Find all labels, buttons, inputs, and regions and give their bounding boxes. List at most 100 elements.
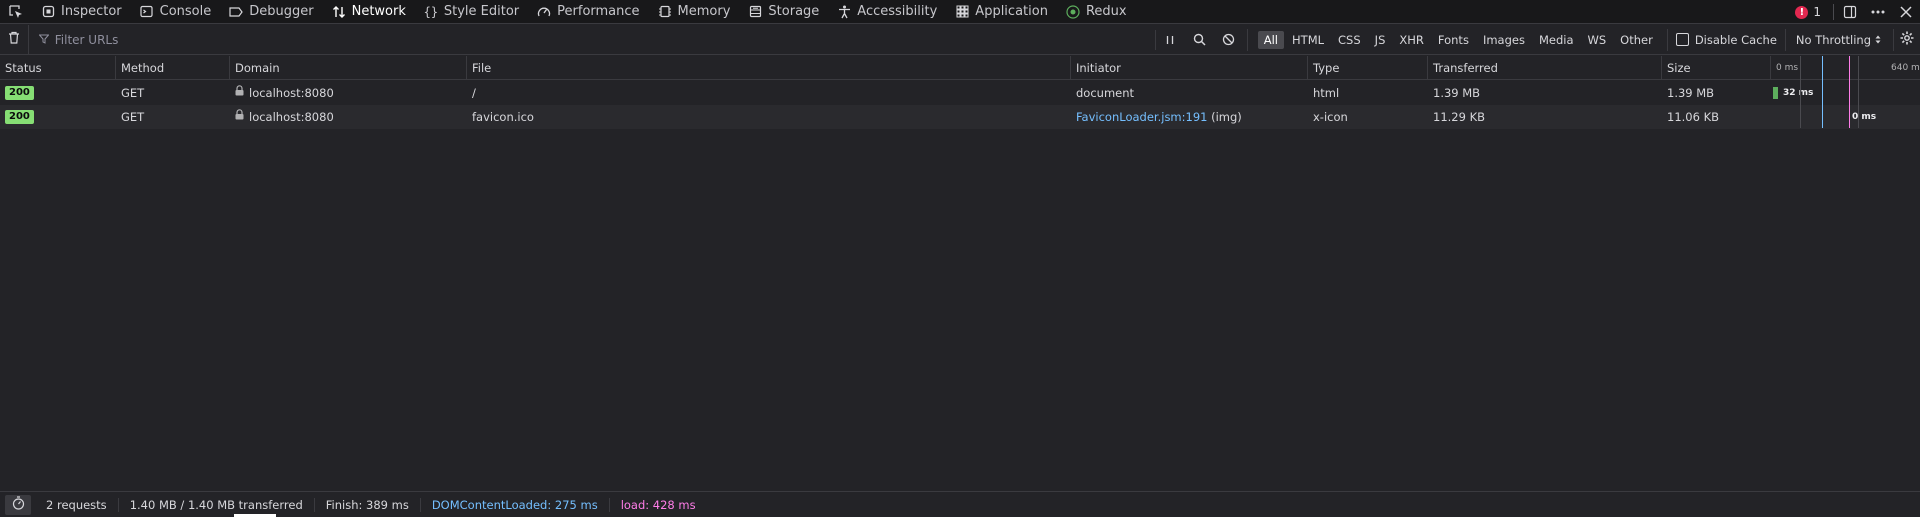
column-header-type[interactable]: Type — [1308, 56, 1428, 80]
filter-icon — [38, 33, 50, 47]
storage-icon — [748, 5, 762, 19]
column-header-method[interactable]: Method — [116, 56, 230, 80]
tab-inspector[interactable]: Inspector — [32, 0, 131, 24]
column-header-transferred[interactable]: Transferred — [1428, 56, 1662, 80]
filter-urls-input[interactable] — [54, 32, 1155, 47]
file-cell: / — [472, 86, 476, 100]
size-cell: 1.39 MB — [1667, 86, 1715, 100]
requests-table-header: Status Method Domain File Initiator Type… — [0, 56, 1920, 80]
tab-label: Storage — [768, 4, 820, 19]
type-filter-all[interactable]: All — [1257, 30, 1285, 49]
redux-icon — [1066, 4, 1080, 19]
waterfall-tick: 640 ms — [1891, 63, 1920, 73]
tab-network[interactable]: Network — [323, 0, 415, 24]
element-picker-icon[interactable] — [0, 0, 32, 24]
tab-label: Network — [351, 4, 406, 19]
error-count-badge[interactable]: ! 1 — [1785, 5, 1831, 19]
error-icon: ! — [1795, 5, 1809, 19]
type-filter-xhr[interactable]: XHR — [1393, 31, 1430, 49]
request-count: 2 requests — [35, 497, 119, 512]
domain-cell: localhost:8080 — [230, 105, 467, 129]
network-settings-button[interactable] — [1893, 28, 1920, 51]
transferred-cell: 11.29 KB — [1433, 110, 1486, 124]
type-filter-css[interactable]: CSS — [1332, 31, 1367, 49]
block-icon[interactable] — [1214, 29, 1243, 51]
disable-cache-label: Disable Cache — [1694, 32, 1777, 47]
dom-content-loaded-time: DOMContentLoaded: 275 ms — [421, 497, 610, 512]
throttling-label: No Throttling — [1795, 32, 1872, 47]
type-filter-fonts[interactable]: Fonts — [1432, 31, 1475, 49]
load-time: load: 428 ms — [620, 497, 696, 512]
type-filter-html[interactable]: HTML — [1286, 31, 1330, 49]
waterfall-cell: 0 ms — [1771, 105, 1920, 129]
tab-storage[interactable]: Storage — [739, 0, 828, 24]
accessibility-icon — [837, 5, 851, 19]
size-cell: 11.06 KB — [1667, 110, 1720, 124]
throttling-select[interactable]: No Throttling — [1784, 28, 1891, 51]
tab-debugger[interactable]: Debugger — [220, 0, 322, 24]
file-cell: favicon.ico — [472, 110, 534, 124]
type-filter-ws[interactable]: WS — [1582, 31, 1613, 49]
column-header-initiator[interactable]: Initiator — [1071, 56, 1308, 80]
status-cell: 200 — [0, 105, 116, 129]
tab-style-editor[interactable]: {} Style Editor — [415, 0, 528, 24]
tab-label: Debugger — [249, 4, 314, 19]
tab-application[interactable]: Application — [946, 0, 1057, 24]
request-type-filters: All HTML CSS JS XHR Fonts Images Media W… — [1246, 28, 1659, 51]
type-filter-js[interactable]: JS — [1369, 31, 1392, 49]
initiator-cell: document — [1071, 81, 1308, 105]
type-cell: html — [1313, 86, 1340, 100]
close-icon[interactable] — [1892, 0, 1920, 24]
type-filter-media[interactable]: Media — [1533, 31, 1580, 49]
column-header-status[interactable]: Status — [0, 56, 116, 80]
dom-content-loaded-line — [1822, 56, 1823, 128]
tab-label: Redux — [1085, 4, 1127, 19]
tab-accessibility[interactable]: Accessibility — [828, 0, 946, 24]
column-header-domain[interactable]: Domain — [230, 56, 467, 80]
disable-cache-toggle[interactable]: Disable Cache — [1666, 28, 1785, 51]
filter-urls-box — [29, 25, 1155, 55]
domain-text: localhost:8080 — [249, 110, 334, 124]
more-options-icon[interactable] — [1864, 0, 1892, 24]
initiator-extra: (img) — [1211, 110, 1242, 124]
lock-icon — [235, 81, 244, 104]
transferred-cell: 1.39 MB — [1433, 86, 1481, 100]
waterfall-tick: 0 ms — [1776, 63, 1799, 73]
table-row[interactable]: 200 GET localhost:8080 favicon.ico Favic… — [0, 105, 1920, 129]
search-icon[interactable] — [1185, 29, 1214, 51]
network-filter-bar: All HTML CSS JS XHR Fonts Images Media W… — [0, 24, 1920, 55]
pause-icon[interactable] — [1156, 29, 1185, 51]
filter-actions — [1154, 29, 1243, 51]
clear-requests-button[interactable] — [0, 24, 29, 55]
column-header-size[interactable]: Size — [1662, 56, 1771, 80]
timing-bar — [1773, 87, 1778, 99]
tab-performance[interactable]: Performance — [528, 0, 648, 24]
dock-side-icon[interactable] — [1836, 0, 1864, 24]
column-header-file[interactable]: File — [467, 56, 1071, 80]
transferred-summary: 1.40 MB / 1.40 MB transferred — [119, 497, 315, 512]
status-cell: 200 — [0, 81, 116, 105]
method-cell: GET — [121, 110, 145, 124]
table-row[interactable]: 200 GET localhost:8080 / document html 1… — [0, 81, 1920, 105]
error-count: 1 — [1813, 5, 1821, 19]
type-filter-images[interactable]: Images — [1477, 31, 1531, 49]
domain-cell: localhost:8080 — [230, 81, 467, 105]
finish-time: Finish: 389 ms — [315, 497, 421, 512]
type-filter-other[interactable]: Other — [1614, 31, 1659, 49]
stopwatch-icon — [12, 496, 25, 513]
disable-cache-checkbox[interactable] — [1675, 33, 1689, 46]
initiator-link[interactable]: FaviconLoader.jsm:191 — [1076, 110, 1207, 124]
column-header-waterfall[interactable]: 0 ms 640 ms — [1771, 56, 1920, 80]
initiator-cell: FaviconLoader.jsm:191 (img) — [1071, 105, 1308, 129]
network-status-bar: 2 requests 1.40 MB / 1.40 MB transferred… — [0, 491, 1920, 517]
application-icon — [955, 5, 969, 19]
console-icon — [140, 5, 154, 19]
method-cell: GET — [121, 86, 145, 100]
tab-label: Accessibility — [857, 4, 938, 19]
waterfall-gridline — [1858, 56, 1859, 128]
tab-memory[interactable]: Memory — [649, 0, 740, 24]
waterfall-cell: 32 ms — [1771, 81, 1920, 105]
tab-console[interactable]: Console — [131, 0, 221, 24]
performance-analysis-button[interactable] — [5, 494, 31, 515]
tab-redux[interactable]: Redux — [1057, 0, 1136, 24]
